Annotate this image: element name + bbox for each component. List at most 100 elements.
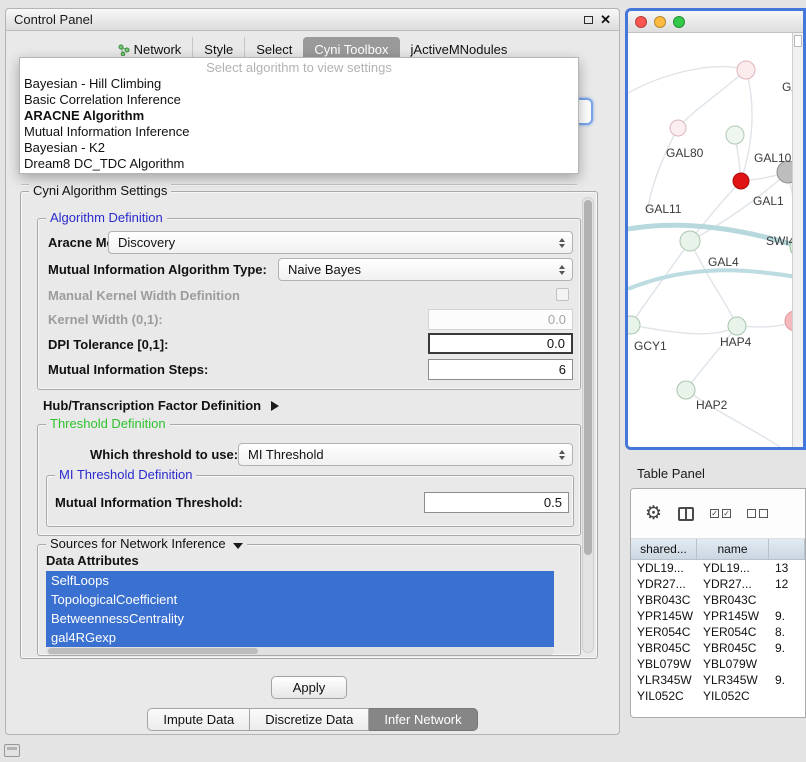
cell: YER054C xyxy=(697,624,769,640)
table-row[interactable]: YER054CYER054C8. xyxy=(631,624,805,640)
hub-definition-toggle[interactable]: Hub/Transcription Factor Definition xyxy=(43,398,279,413)
cell: YLR345W xyxy=(631,672,697,688)
attribute-list-item[interactable]: BetweennessCentrality xyxy=(46,609,554,628)
node-faint-pink[interactable] xyxy=(670,120,686,136)
cell xyxy=(769,592,805,608)
label-gal10: GAL10 xyxy=(754,151,792,165)
table-header: shared... name xyxy=(631,539,805,560)
cell: YBR045C xyxy=(697,640,769,656)
label-gal80: GAL80 xyxy=(666,146,704,160)
collapse-down-icon[interactable] xyxy=(233,543,243,549)
aracne-mode-combobox[interactable]: Discovery xyxy=(108,231,573,254)
control-panel-window: Control Panel ✕ Network Style Select Cyn… xyxy=(5,8,620,735)
label-gal1: GAL1 xyxy=(753,194,784,208)
column-header-cut[interactable] xyxy=(769,539,805,559)
node-pale-pink[interactable] xyxy=(737,61,755,79)
column-header-name[interactable]: name xyxy=(697,539,769,559)
attribute-list-item[interactable]: TopologicalCoefficient xyxy=(46,590,554,609)
column-header-shared-name[interactable]: shared... xyxy=(631,539,697,559)
table-row[interactable]: YIL052CYIL052C xyxy=(631,688,805,704)
tab-impute-data[interactable]: Impute Data xyxy=(147,708,250,731)
node-red[interactable] xyxy=(733,173,749,189)
close-icon[interactable]: ✕ xyxy=(600,14,611,26)
cell: YDR27... xyxy=(697,576,769,592)
node-pale-green-top[interactable] xyxy=(726,126,744,144)
dropdown-item[interactable]: Bayesian - Hill Climbing xyxy=(20,76,578,92)
kernel-width-value: 0.0 xyxy=(548,312,566,327)
unchecked-box-icon xyxy=(747,509,756,518)
close-traffic-light-icon[interactable] xyxy=(635,16,647,28)
tab-discretize-data-label: Discretize Data xyxy=(265,712,353,727)
sources-group-title: Sources for Network Inference xyxy=(46,536,247,551)
columns-icon[interactable] xyxy=(678,507,694,521)
network-canvas[interactable]: GAL GAL80 GAL10 GAL11 GAL1 SWI4 GAL4 GCY… xyxy=(628,33,803,447)
dropdown-item[interactable]: Dream8 DC_TDC Algorithm xyxy=(20,156,578,172)
attribute-list-item[interactable]: gal4RGexp xyxy=(46,628,554,647)
table-row[interactable]: YPR145WYPR145W9. xyxy=(631,608,805,624)
gear-icon[interactable]: ⚙ xyxy=(645,504,662,523)
table-row[interactable]: YBR045CYBR045C9. xyxy=(631,640,805,656)
unchecked-box-icon xyxy=(759,509,768,518)
table-row[interactable]: YDR27...YDR27...12 xyxy=(631,576,805,592)
node-hap4[interactable] xyxy=(728,317,746,335)
mi-type-combobox[interactable]: Naive Bayes xyxy=(278,258,573,281)
deselect-all-boxes-icon[interactable] xyxy=(747,509,768,518)
control-panel-titlebar[interactable]: Control Panel ✕ xyxy=(6,9,619,31)
cell xyxy=(769,688,805,704)
which-threshold-combobox[interactable]: MI Threshold xyxy=(238,443,573,466)
manual-kernel-checkbox[interactable] xyxy=(556,288,569,301)
dpi-tolerance-field[interactable]: 0.0 xyxy=(428,333,573,354)
dropdown-item-selected[interactable]: ARACNE Algorithm xyxy=(20,108,578,124)
dropdown-item[interactable]: Basic Correlation Inference xyxy=(20,92,578,108)
node-gcy1[interactable] xyxy=(628,316,640,334)
algorithm-definition-title: Algorithm Definition xyxy=(46,210,167,225)
settings-scrollbar[interactable] xyxy=(582,197,594,653)
attribute-list-hscrollbar[interactable] xyxy=(46,647,554,655)
minimize-traffic-light-icon[interactable] xyxy=(654,16,666,28)
expand-right-icon xyxy=(271,401,279,411)
chevron-updown-icon xyxy=(559,450,565,460)
dropdown-item[interactable]: Mutual Information Inference xyxy=(20,124,578,140)
tab-infer-network-label: Infer Network xyxy=(384,712,461,727)
cell: 8. xyxy=(769,624,805,640)
tab-discretize-data[interactable]: Discretize Data xyxy=(250,708,369,731)
table-row[interactable]: YBR043CYBR043C xyxy=(631,592,805,608)
zoom-traffic-light-icon[interactable] xyxy=(673,16,685,28)
network-graph: GAL GAL80 GAL10 GAL11 GAL1 SWI4 GAL4 GCY… xyxy=(628,33,803,447)
cell: YBR043C xyxy=(697,592,769,608)
dropdown-item[interactable]: Bayesian - K2 xyxy=(20,140,578,156)
node-gal4[interactable] xyxy=(680,231,700,251)
cell: YIL052C xyxy=(631,688,697,704)
attribute-list-item[interactable]: SelfLoops xyxy=(46,571,554,590)
tab-network-label: Network xyxy=(134,42,182,57)
minimized-panel-icon[interactable] xyxy=(4,744,20,757)
cell xyxy=(769,656,805,672)
network-window-titlebar[interactable] xyxy=(628,11,803,33)
table-row[interactable]: YDL19...YDL19...13 xyxy=(631,560,805,576)
network-vscrollbar[interactable] xyxy=(792,33,803,447)
label-gal11: GAL11 xyxy=(645,202,682,216)
table-row[interactable]: YLR345WYLR345W9. xyxy=(631,672,805,688)
select-all-checks-icon[interactable]: ✓✓ xyxy=(710,509,731,518)
table-panel-window: ⚙ ✓✓ shared... name YDL19...YDL19...13 Y… xyxy=(630,488,806,718)
checked-box-icon: ✓ xyxy=(722,509,731,518)
dropdown-placeholder: Select algorithm to view settings xyxy=(20,60,578,76)
mi-steps-value: 6 xyxy=(559,362,566,377)
cell: 13 xyxy=(769,560,805,576)
cyni-mode-tabs: Impute Data Discretize Data Infer Networ… xyxy=(6,708,619,731)
network-vscrollbar-box[interactable] xyxy=(794,35,802,47)
node-hap2[interactable] xyxy=(677,381,695,399)
table-row[interactable]: YBL079WYBL079W xyxy=(631,656,805,672)
manual-kernel-label: Manual Kernel Width Definition xyxy=(48,288,240,303)
tab-infer-network[interactable]: Infer Network xyxy=(369,708,477,731)
mi-threshold-field[interactable]: 0.5 xyxy=(424,492,569,513)
tab-style-label: Style xyxy=(204,42,233,57)
settings-scrollbar-thumb[interactable] xyxy=(584,200,592,555)
mi-steps-field[interactable]: 6 xyxy=(428,359,573,380)
float-window-icon[interactable] xyxy=(584,16,593,24)
tab-jactivemnodules-label: jActiveMNodules xyxy=(411,42,508,57)
kernel-width-field[interactable]: 0.0 xyxy=(428,309,573,330)
attribute-list-hscrollbar-thumb[interactable] xyxy=(48,648,258,654)
apply-button[interactable]: Apply xyxy=(271,676,347,699)
network-labels: GAL GAL80 GAL10 GAL11 GAL1 SWI4 GAL4 GCY… xyxy=(634,80,803,412)
